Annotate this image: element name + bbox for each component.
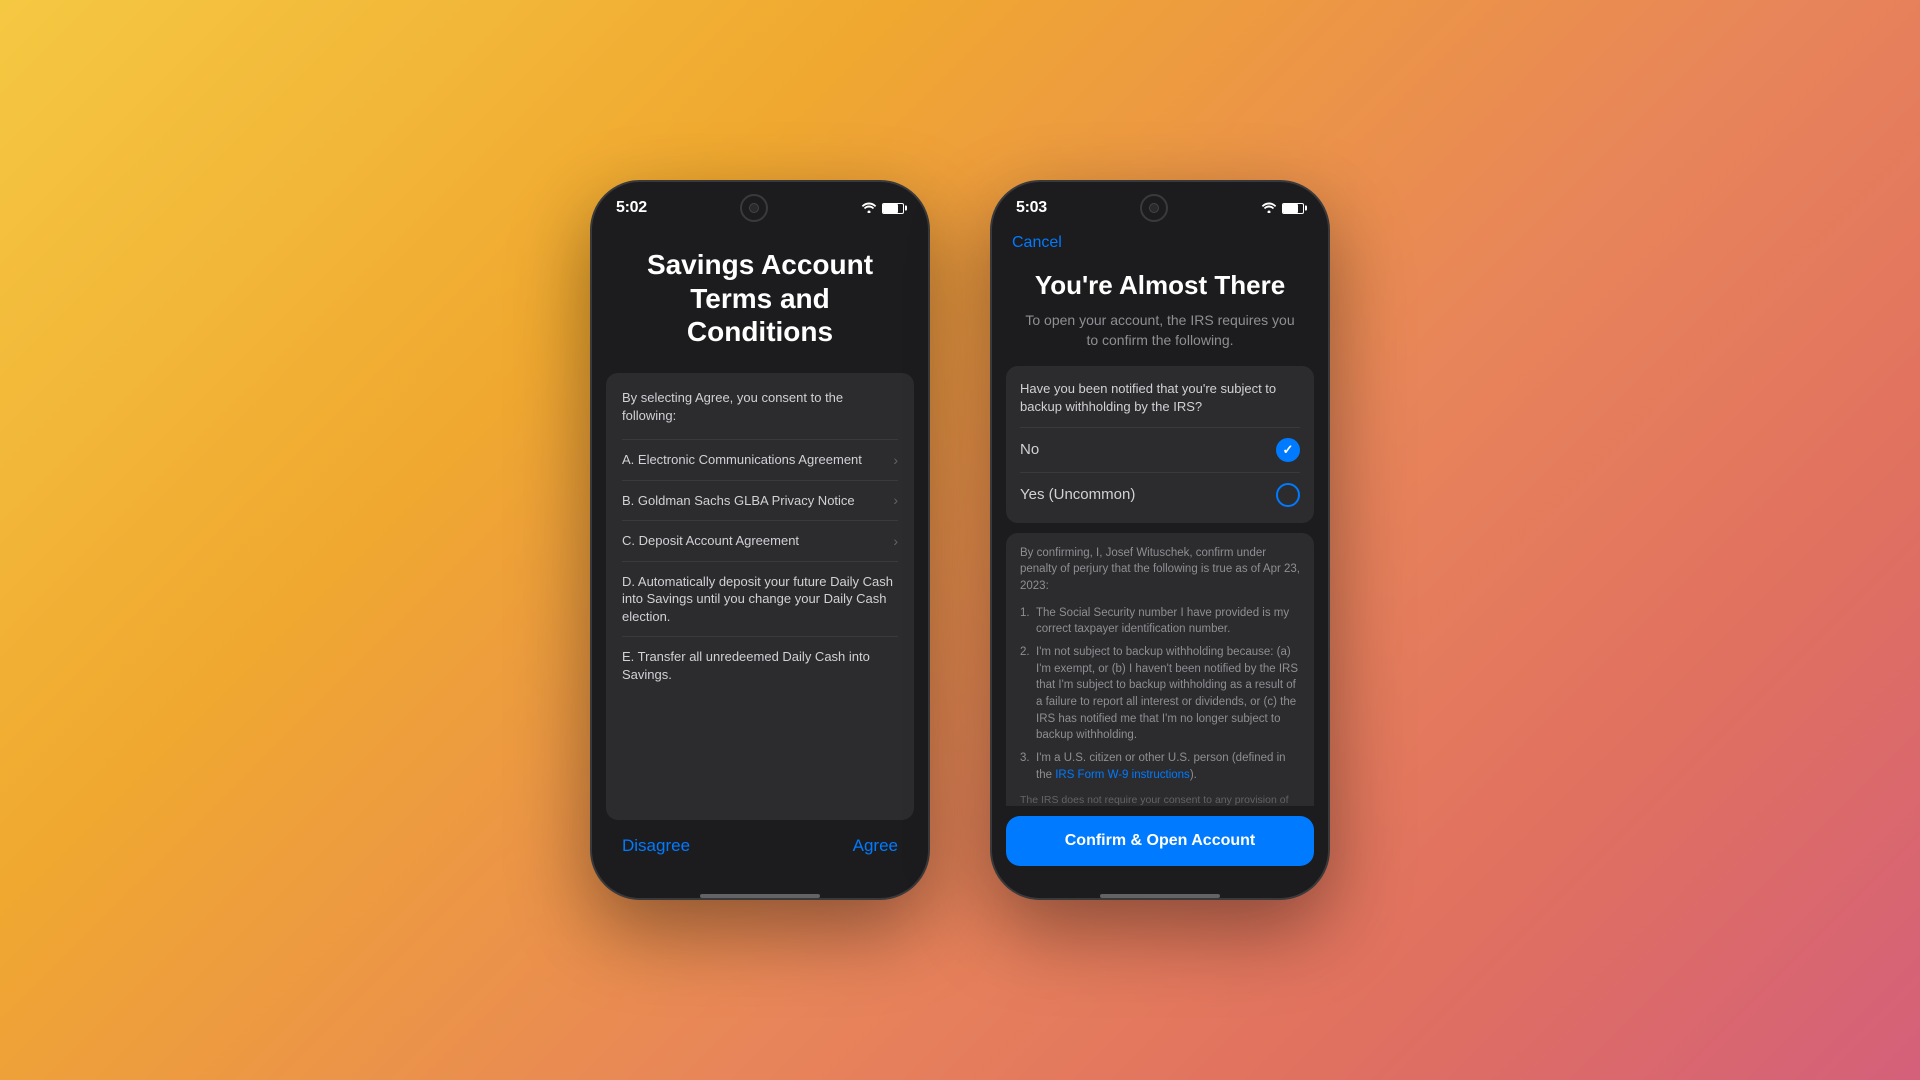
terms-intro: By selecting Agree, you consent to the f… [622, 389, 898, 425]
terms-item-d-label: D. Automatically deposit your future Dai… [622, 573, 898, 626]
confirm-item-1: The Social Security number I have provid… [1020, 605, 1300, 638]
status-bar-1: 5:02 [592, 182, 928, 228]
almost-content: Have you been notified that you're subje… [992, 366, 1328, 806]
terms-item-e: E. Transfer all unredeemed Daily Cash in… [622, 636, 898, 694]
question-card: Have you been notified that you're subje… [1006, 366, 1314, 522]
question-text: Have you been notified that you're subje… [1020, 380, 1300, 416]
radio-yes-label: Yes (Uncommon) [1020, 486, 1135, 503]
chevron-icon-a: › [893, 452, 898, 468]
phone-1-content: Savings Account Terms and Conditions By … [592, 228, 928, 886]
terms-item-a[interactable]: A. Electronic Communications Agreement › [622, 439, 898, 480]
almost-subtitle: To open your account, the IRS requires y… [992, 311, 1328, 366]
wifi-icon-1 [861, 201, 877, 216]
status-bar-2: 5:03 [992, 182, 1328, 228]
home-bar-1 [700, 894, 820, 898]
confirm-list: The Social Security number I have provid… [1020, 605, 1300, 784]
camera-notch-1 [740, 194, 768, 222]
confirm-item-2: I'm not subject to backup withholding be… [1020, 644, 1300, 744]
terms-item-e-label: E. Transfer all unredeemed Daily Cash in… [622, 648, 898, 683]
time-2: 5:03 [1016, 199, 1047, 217]
confirm-item-3: I'm a U.S. citizen or other U.S. person … [1020, 750, 1300, 783]
terms-item-c[interactable]: C. Deposit Account Agreement › [622, 520, 898, 561]
battery-icon-1 [882, 203, 904, 214]
phone-2: 5:03 Cancel You're Almost There To open … [990, 180, 1330, 900]
phone-1: 5:02 Savings Account Terms and Condition… [590, 180, 930, 900]
radio-no-selected [1276, 438, 1300, 462]
almost-screen: Cancel You're Almost There To open your … [992, 228, 1328, 866]
terms-item-b[interactable]: B. Goldman Sachs GLBA Privacy Notice › [622, 480, 898, 521]
phone-2-content: Cancel You're Almost There To open your … [992, 228, 1328, 886]
time-1: 5:02 [616, 199, 647, 217]
confirm-open-account-button[interactable]: Confirm & Open Account [1006, 816, 1314, 866]
chevron-icon-c: › [893, 533, 898, 549]
terms-item-b-label: B. Goldman Sachs GLBA Privacy Notice [622, 492, 893, 510]
irs-form-link[interactable]: IRS Form W-9 instructions [1055, 769, 1190, 781]
disagree-button[interactable]: Disagree [622, 836, 690, 856]
confirm-intro: By confirming, I, Josef Wituschek, confi… [1020, 545, 1300, 595]
camera-dot-1 [749, 203, 759, 213]
status-icons-1 [861, 201, 904, 216]
cancel-button[interactable]: Cancel [992, 228, 1328, 258]
chevron-icon-b: › [893, 492, 898, 508]
home-bar-2 [1100, 894, 1220, 898]
wifi-icon-2 [1261, 200, 1277, 216]
terms-title: Savings Account Terms and Conditions [592, 228, 928, 373]
confirm-btn-container: Confirm & Open Account [992, 806, 1328, 866]
radio-option-yes[interactable]: Yes (Uncommon) [1020, 472, 1300, 517]
radio-option-no[interactable]: No [1020, 427, 1300, 472]
terms-footer: Disagree Agree [592, 820, 928, 856]
camera-notch-2 [1140, 194, 1168, 222]
terms-screen: Savings Account Terms and Conditions By … [592, 228, 928, 866]
irs-disclaimer: The IRS does not require your consent to… [1020, 793, 1300, 806]
camera-dot-2 [1149, 203, 1159, 213]
radio-yes-unselected [1276, 483, 1300, 507]
terms-box: By selecting Agree, you consent to the f… [606, 373, 914, 820]
almost-title: You're Almost There [992, 258, 1328, 311]
status-icons-2 [1261, 200, 1304, 216]
terms-item-c-label: C. Deposit Account Agreement [622, 532, 893, 550]
terms-item-d: D. Automatically deposit your future Dai… [622, 561, 898, 637]
battery-icon-2 [1282, 203, 1304, 214]
agree-button[interactable]: Agree [853, 836, 898, 856]
confirmation-card: By confirming, I, Josef Wituschek, confi… [1006, 533, 1314, 806]
terms-item-a-label: A. Electronic Communications Agreement [622, 451, 893, 469]
radio-no-label: No [1020, 441, 1039, 458]
